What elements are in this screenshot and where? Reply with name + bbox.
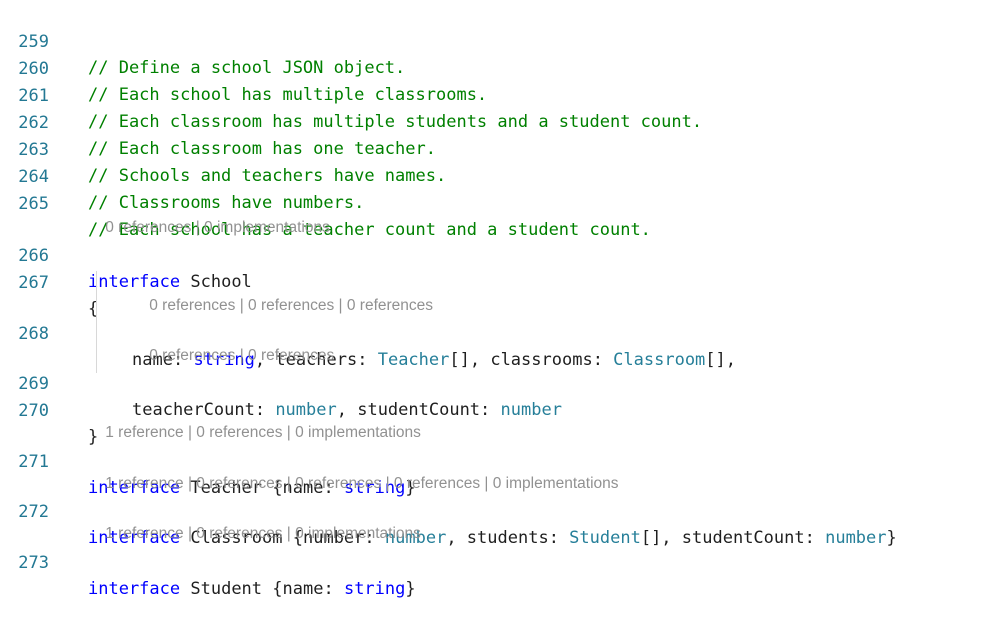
line-number: 273 [18,553,49,573]
comment[interactable]: // Define a school JSON object. [88,55,405,81]
codelens-link[interactable]: 0 references [105,219,191,236]
codelens-classroom: 1 reference | 0 references | 0 reference… [105,475,619,492]
codelens-link[interactable]: 0 implementations [295,525,421,542]
type-name: Student [569,528,641,548]
line-number: 271 [18,452,49,472]
line-number: 268 [18,324,49,344]
codelens-teacher: 1 reference | 0 references | 0 implement… [105,424,421,441]
code-line: 273 interface Student {name: string} [0,524,415,599]
comment[interactable]: // Schools and teachers have names. [88,163,446,189]
comment[interactable]: // Each classroom has one teacher. [88,136,436,162]
type-name: number [825,528,887,548]
codelens-link[interactable]: 0 references [149,347,235,364]
codelens-school: 0 references | 0 implementations [105,219,330,236]
code-line: 272 interface Classroom {number: number,… [0,473,896,548]
code-line: 262 // Each classroom has one teacher. [0,84,436,159]
codelens-link[interactable]: 0 references [196,525,282,542]
code-line: 265 // Each school has a teacher count a… [0,165,651,240]
codelens-link[interactable]: 0 implementations [493,475,619,492]
code-line: 269 teacherCount: number, studentCount: … [0,345,562,420]
code-line: 263 // Schools and teachers have names. [0,111,446,186]
property-name: name [282,579,324,599]
code-text[interactable]: interface Student {name: string} [88,576,416,602]
code-line: 270 } [0,372,98,447]
type-name: Teacher [377,350,450,370]
codelens-link[interactable]: 0 references [149,297,235,314]
codelens-school-props-1: 0 references | 0 references | 0 referenc… [149,297,434,314]
type-name: Classroom [613,350,706,370]
type-keyword: string [343,579,406,599]
code-line: 268 name: string, teachers: Teacher[], c… [0,295,736,370]
codelens-link[interactable]: 0 references [394,475,480,492]
keyword: interface [88,579,181,599]
codelens-link[interactable]: 0 references [196,475,282,492]
line-number: 270 [18,401,49,421]
line-number: 272 [18,502,49,522]
line-number: 265 [18,194,49,214]
property-name: students [466,528,549,548]
code-line: 260 // Each school has multiple classroo… [0,30,487,105]
code-line: 271 interface Teacher {name: string} [0,423,415,498]
code-line: 267 { [0,244,98,319]
code-line: 266 interface School [0,217,252,292]
indent-guide [96,271,97,373]
code-line: 261 // Each classroom has multiple stude… [0,57,702,132]
codelens-link[interactable]: 1 reference [105,424,183,441]
property-name: classrooms [490,350,593,370]
type-name: number [500,400,562,420]
codelens-link[interactable]: 0 references [196,424,282,441]
codelens-student: 1 reference | 0 references | 0 implement… [105,525,421,542]
codelens-link[interactable]: 1 reference [105,475,183,492]
codelens-link[interactable]: 0 implementations [295,424,421,441]
property-name: studentCount [681,528,805,548]
codelens-school-props-2: 0 references | 0 references [149,347,335,364]
comment[interactable]: // Each school has multiple classrooms. [88,82,487,108]
codelens-link[interactable]: 0 implementations [204,219,330,236]
line-number: 267 [18,273,49,293]
interface-name: Student [190,579,263,599]
codelens-link[interactable]: 0 references [295,475,381,492]
codelens-link[interactable]: 0 references [347,297,433,314]
comment[interactable]: // Each classroom has multiple students … [88,109,702,135]
codelens-link[interactable]: 0 references [248,297,334,314]
code-line: 264 // Classrooms have numbers. [0,138,364,213]
codelens-link[interactable]: 1 reference [105,525,183,542]
code-line: 259 // Define a school JSON object. [0,3,405,78]
code-editor[interactable]: 259 // Define a school JSON object. 260 … [0,0,991,599]
codelens-link[interactable]: 0 references [248,347,334,364]
